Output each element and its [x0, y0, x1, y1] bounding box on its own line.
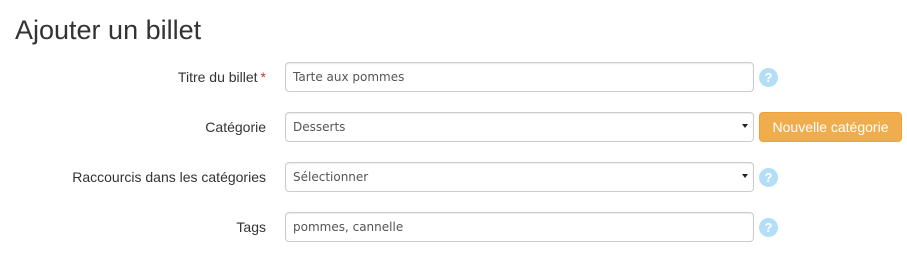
tags-row: Tags pommes, cannelle ?: [0, 212, 907, 242]
title-label-text: Titre du billet: [177, 69, 258, 85]
shortcut-row: Raccourcis dans les catégories Sélection…: [0, 162, 907, 192]
title-label: Titre du billet *: [178, 62, 266, 92]
question-mark-icon[interactable]: ?: [759, 68, 778, 87]
caret-down-icon: [742, 124, 748, 128]
tags-label: Tags: [236, 219, 266, 235]
title-input[interactable]: Tarte aux pommes: [285, 62, 754, 92]
category-label: Catégorie: [205, 119, 266, 135]
question-mark-icon[interactable]: ?: [759, 218, 778, 237]
new-category-button[interactable]: Nouvelle catégorie: [759, 112, 902, 142]
category-select[interactable]: Desserts: [285, 112, 754, 142]
page-title: Ajouter un billet: [15, 15, 202, 45]
required-marker: *: [260, 69, 266, 85]
caret-down-icon: [742, 174, 748, 178]
category-row: Catégorie Desserts Nouvelle catégorie: [0, 112, 907, 142]
shortcut-select[interactable]: Sélectionner: [285, 162, 754, 192]
tags-input[interactable]: pommes, cannelle: [285, 212, 754, 242]
title-row: Titre du billet * Tarte aux pommes ?: [0, 62, 907, 92]
category-selected-value: Desserts: [293, 120, 346, 134]
question-mark-icon[interactable]: ?: [759, 168, 778, 187]
shortcut-selected-value: Sélectionner: [293, 170, 369, 184]
shortcut-label: Raccourcis dans les catégories: [72, 169, 266, 185]
